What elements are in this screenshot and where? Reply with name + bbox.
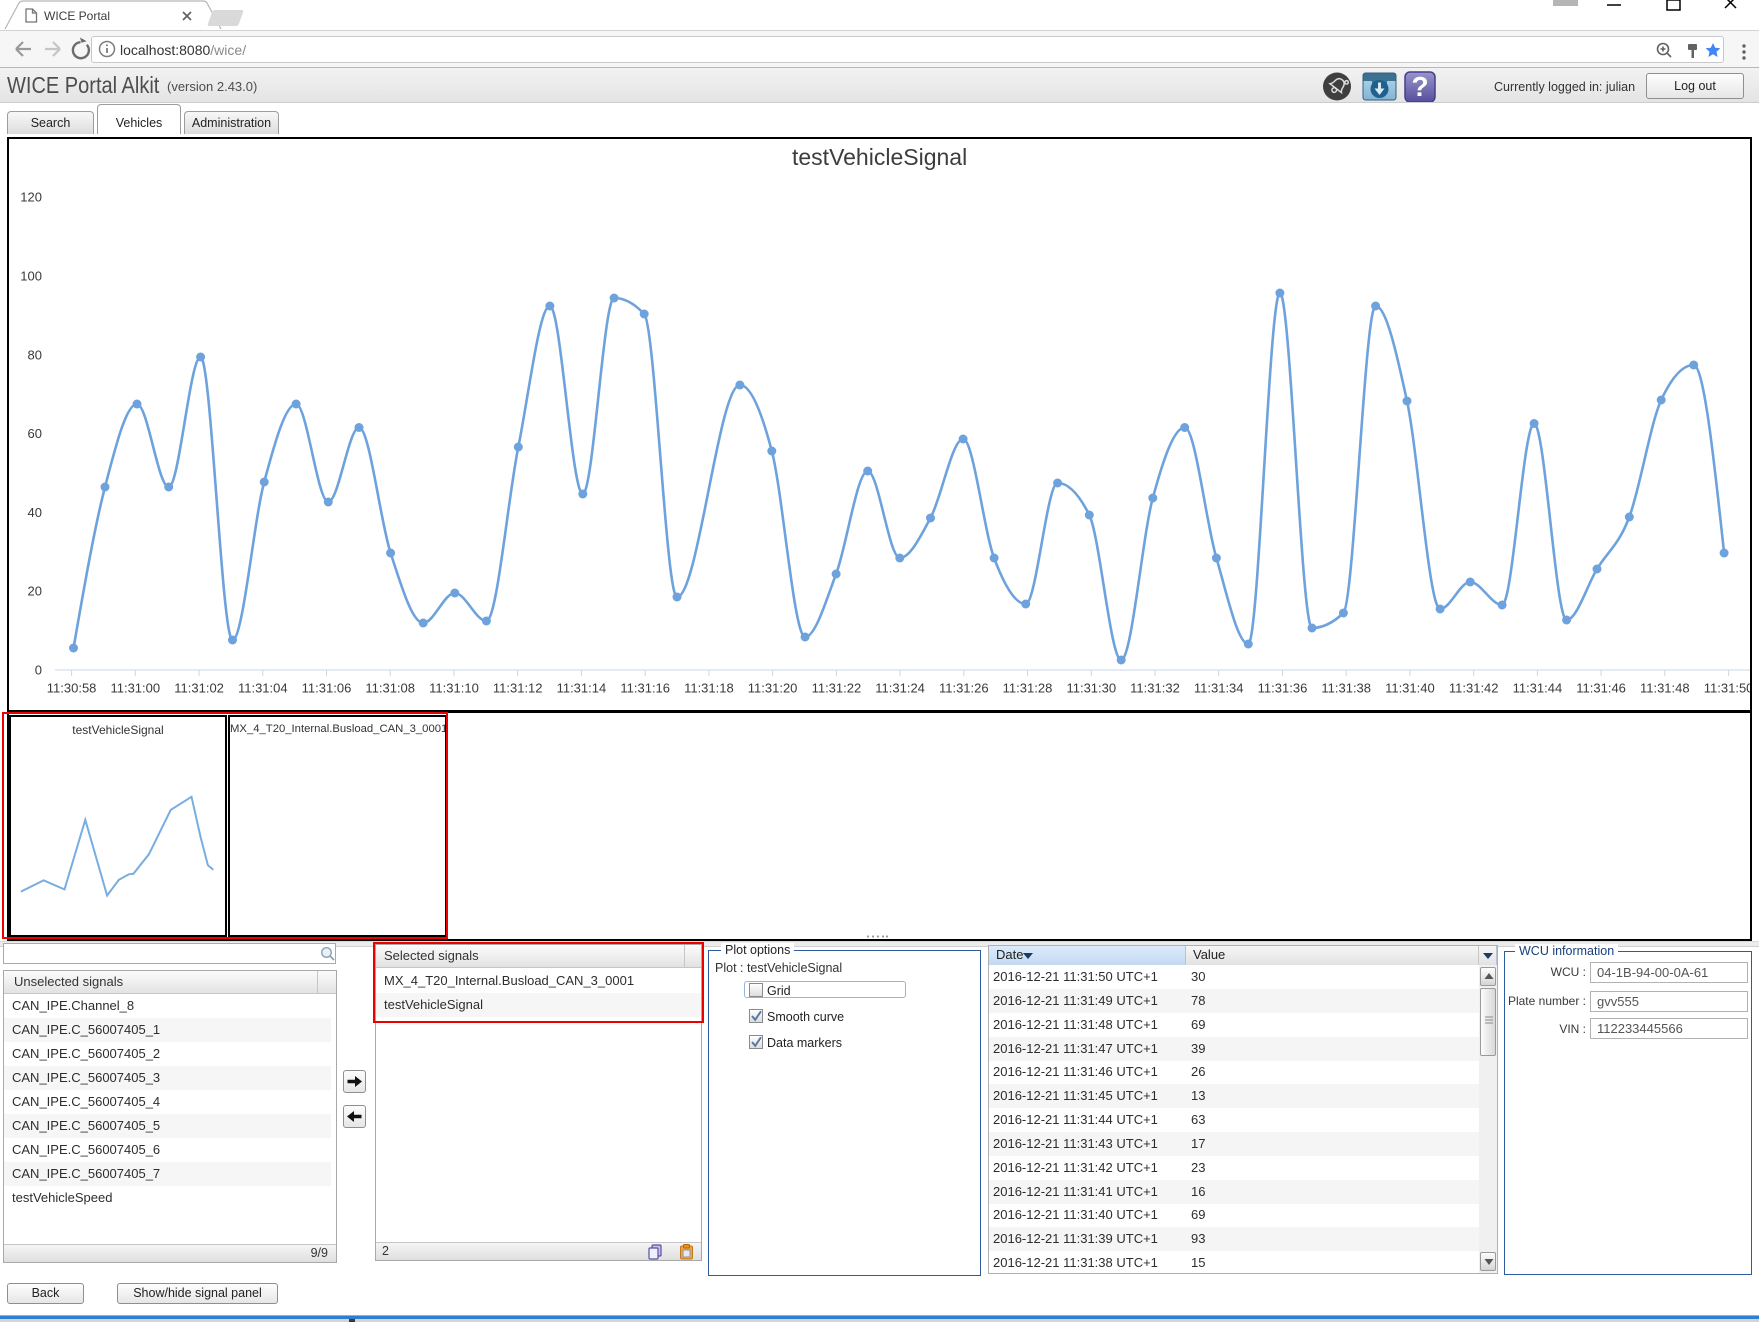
svg-text:11:31:36: 11:31:36 <box>1258 681 1308 696</box>
svg-text:20: 20 <box>28 584 42 599</box>
svg-text:11:31:02: 11:31:02 <box>174 681 224 696</box>
svg-text:11:31:12: 11:31:12 <box>493 681 543 696</box>
svg-text:60: 60 <box>28 426 42 441</box>
svg-text:11:31:42: 11:31:42 <box>1449 681 1499 696</box>
svg-text:11:31:14: 11:31:14 <box>557 681 607 696</box>
svg-text:11:31:34: 11:31:34 <box>1194 681 1244 696</box>
svg-text:11:30:58: 11:30:58 <box>47 681 97 696</box>
svg-text:11:31:08: 11:31:08 <box>365 681 415 696</box>
svg-text:11:31:24: 11:31:24 <box>875 681 925 696</box>
svg-text:11:31:26: 11:31:26 <box>939 681 989 696</box>
svg-text:0: 0 <box>35 663 42 678</box>
svg-text:?: ? <box>1411 71 1428 102</box>
svg-text:11:31:48: 11:31:48 <box>1640 681 1690 696</box>
svg-text:11:31:20: 11:31:20 <box>748 681 798 696</box>
svg-text:11:31:40: 11:31:40 <box>1385 681 1435 696</box>
svg-text:11:31:04: 11:31:04 <box>238 681 288 696</box>
svg-text:11:31:30: 11:31:30 <box>1066 681 1116 696</box>
svg-text:11:31:10: 11:31:10 <box>429 681 479 696</box>
svg-text:WICE Portal: WICE Portal <box>44 9 110 23</box>
svg-text:11:31:50: 11:31:50 <box>1704 681 1750 696</box>
svg-text:11:31:32: 11:31:32 <box>1130 681 1180 696</box>
svg-text:80: 80 <box>28 347 42 362</box>
svg-text:11:31:46: 11:31:46 <box>1576 681 1626 696</box>
svg-text:11:31:22: 11:31:22 <box>812 681 862 696</box>
svg-text:120: 120 <box>20 190 42 205</box>
svg-text:11:31:16: 11:31:16 <box>620 681 670 696</box>
svg-text:11:31:18: 11:31:18 <box>684 681 734 696</box>
svg-text:11:31:44: 11:31:44 <box>1513 681 1563 696</box>
svg-text:11:31:38: 11:31:38 <box>1321 681 1371 696</box>
svg-text:100: 100 <box>20 269 42 284</box>
svg-text:11:31:06: 11:31:06 <box>302 681 352 696</box>
svg-text:40: 40 <box>28 505 42 520</box>
svg-text:11:31:00: 11:31:00 <box>110 681 160 696</box>
svg-text:11:31:28: 11:31:28 <box>1003 681 1053 696</box>
